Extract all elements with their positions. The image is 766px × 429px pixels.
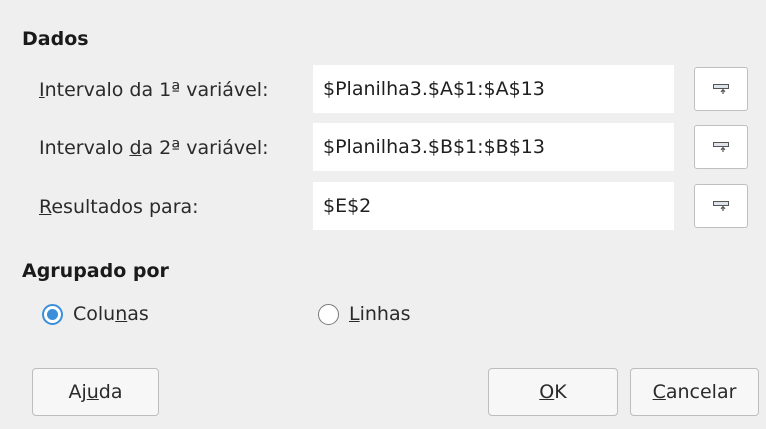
linhas-label-mnemonic: L xyxy=(349,303,360,325)
shrink-range-icon xyxy=(713,201,729,211)
help-label-before: Aj xyxy=(68,381,87,403)
ok-label-mnemonic: O xyxy=(539,381,555,403)
results-input[interactable] xyxy=(313,182,674,230)
linhas-label-text: inhas xyxy=(359,303,411,325)
results-label-text: esultados para: xyxy=(51,196,199,218)
var1-range-input[interactable] xyxy=(313,65,674,113)
var2-label-text-before: Intervalo xyxy=(39,137,130,159)
shrink-range-icon xyxy=(713,84,729,94)
results-label: Resultados para: xyxy=(39,196,199,218)
results-shrink-button[interactable] xyxy=(694,184,748,228)
colunas-label-mnemonic: n xyxy=(115,303,128,325)
cancel-label-mnemonic: C xyxy=(652,381,666,403)
var2-label-text-after: a 2ª variável: xyxy=(141,137,269,159)
shrink-range-icon xyxy=(713,142,729,152)
radio-selected-dot xyxy=(47,308,58,320)
colunas-label-after: as xyxy=(127,303,149,325)
var2-label-mnemonic: d xyxy=(129,137,142,159)
dialog: Dados Intervalo da 1ª variável: Interval… xyxy=(0,0,766,429)
var1-shrink-button[interactable] xyxy=(694,67,748,111)
cancel-button[interactable]: Cancelar xyxy=(630,368,759,416)
var1-label-text: ntervalo da 1ª variável: xyxy=(44,79,269,101)
var1-range-label: Intervalo da 1ª variável: xyxy=(39,79,269,101)
cancel-label-after: ancelar xyxy=(665,381,737,403)
linhas-radio-label: Linhas xyxy=(349,303,411,325)
var2-range-label: Intervalo da 2ª variável: xyxy=(39,137,269,159)
ok-button[interactable]: OK xyxy=(488,368,618,416)
ok-label-after: K xyxy=(554,381,567,403)
linhas-radio-indicator[interactable] xyxy=(318,303,339,325)
var2-range-input[interactable] xyxy=(313,123,674,171)
dados-section-title: Dados xyxy=(22,28,89,50)
agrupado-section-title: Agrupado por xyxy=(22,260,169,282)
help-label-after: da xyxy=(98,381,123,403)
colunas-radio[interactable]: Colunas xyxy=(42,303,149,325)
results-label-mnemonic: R xyxy=(39,196,52,218)
var2-shrink-button[interactable] xyxy=(694,125,748,169)
colunas-label-before: Colu xyxy=(73,303,116,325)
help-label-mnemonic: u xyxy=(86,381,99,403)
help-button[interactable]: Aj u da xyxy=(32,368,159,416)
colunas-radio-label: Colunas xyxy=(73,303,149,325)
linhas-radio[interactable]: Linhas xyxy=(318,303,411,325)
colunas-radio-indicator[interactable] xyxy=(42,303,63,325)
